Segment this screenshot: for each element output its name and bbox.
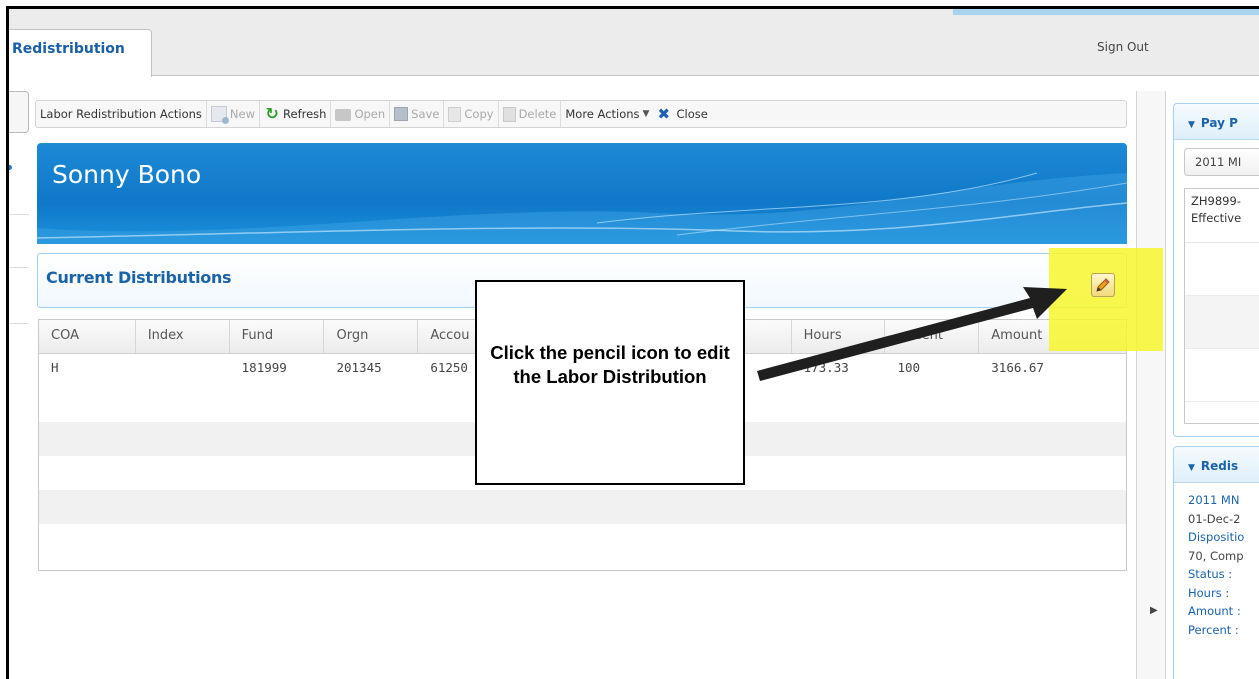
- app-window: Redistribution Sign Out Labor Redistribu…: [6, 6, 1259, 679]
- callout-text: Click the pencil icon to edit the Labor …: [490, 342, 730, 387]
- instruction-callout: Click the pencil icon to edit the Labor …: [475, 280, 745, 485]
